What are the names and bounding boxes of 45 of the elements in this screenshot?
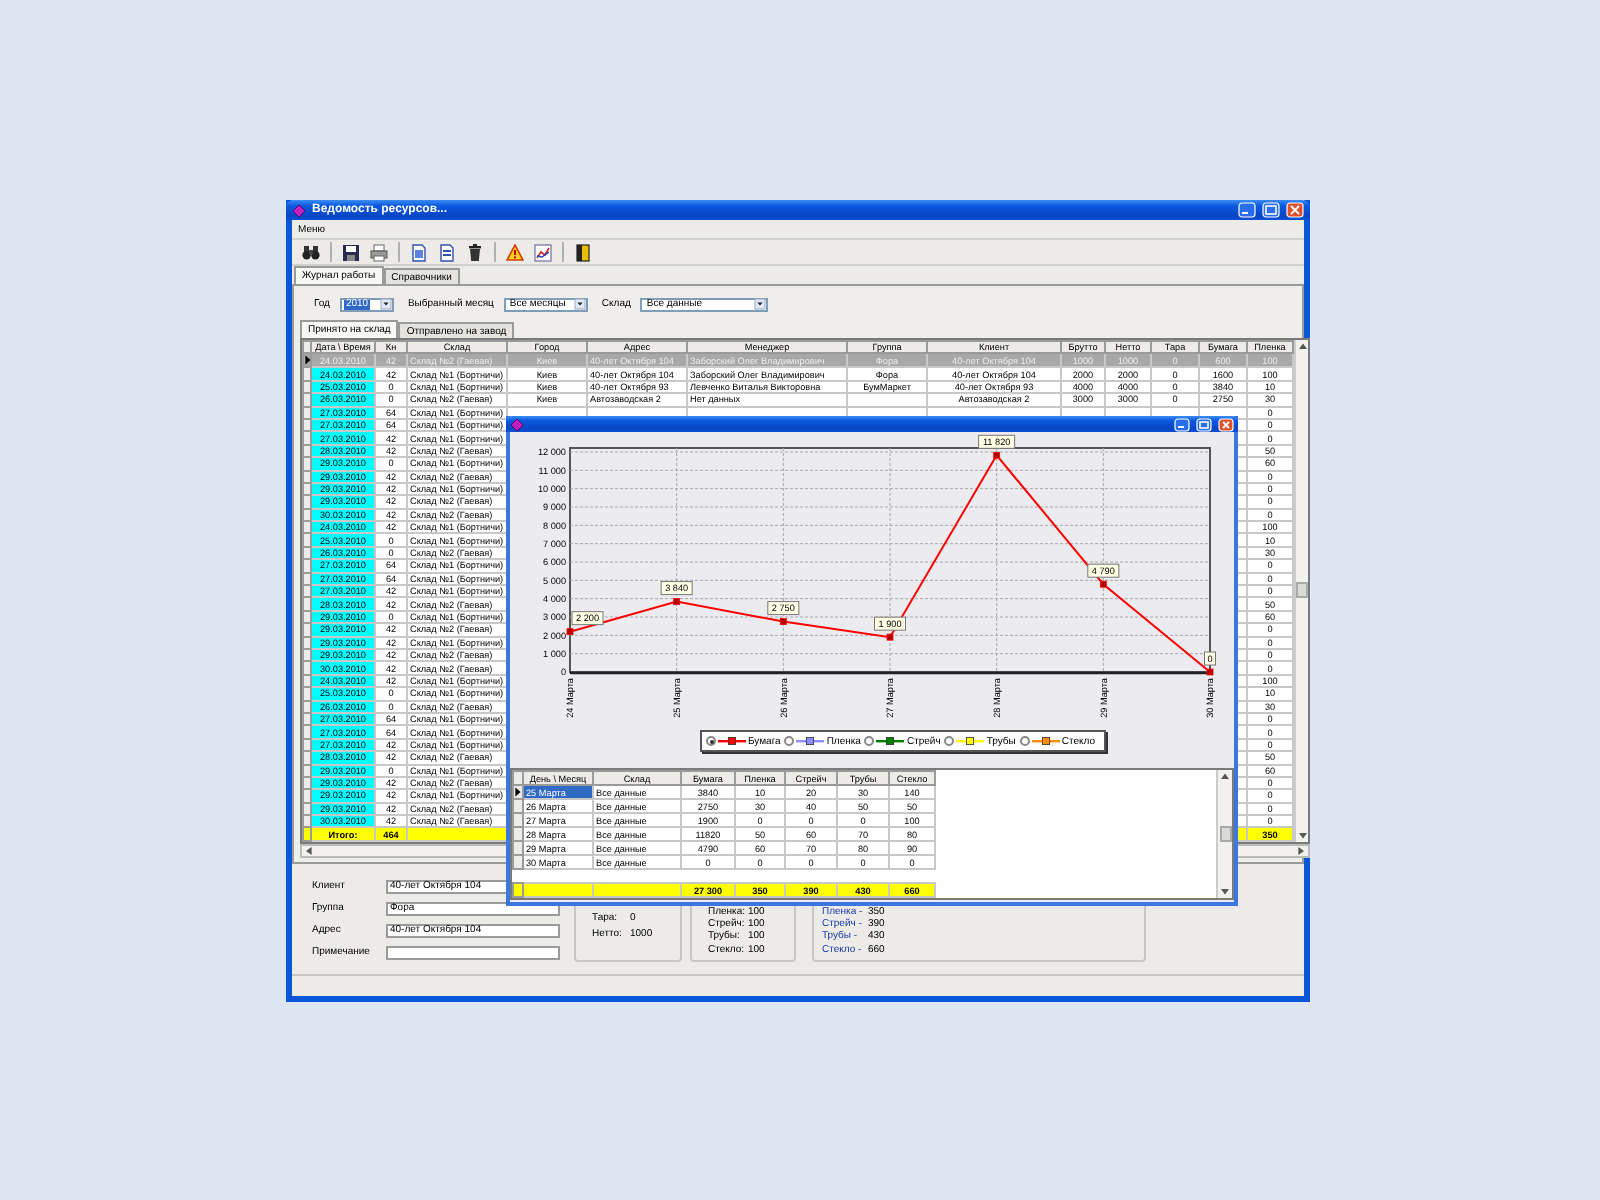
data-point	[1206, 668, 1214, 676]
document-icon[interactable]	[410, 243, 428, 261]
vertical-scrollbar[interactable]	[1294, 340, 1308, 842]
radio-button[interactable]	[1019, 736, 1030, 746]
radio-button[interactable]	[784, 736, 795, 746]
dropdown-arrow-icon	[379, 298, 392, 310]
data-point	[886, 633, 894, 641]
scroll-thumb[interactable]	[1219, 826, 1231, 842]
data-point	[1099, 580, 1107, 588]
minimize-icon[interactable]	[1238, 202, 1256, 218]
data-point	[566, 628, 574, 636]
save-icon[interactable]	[342, 243, 360, 261]
book-icon[interactable]	[574, 243, 592, 261]
document-edit-icon[interactable]	[438, 243, 456, 261]
radio-button[interactable]	[864, 736, 875, 746]
radio-button[interactable]	[944, 736, 955, 746]
close-icon[interactable]	[1218, 417, 1234, 431]
trash-icon[interactable]	[466, 243, 484, 261]
vertical-scrollbar[interactable]	[1216, 770, 1232, 898]
down-arrow-icon[interactable]	[1220, 888, 1230, 896]
row-header[interactable]	[303, 353, 311, 368]
app-icon	[292, 203, 306, 217]
minimize-icon[interactable]	[1174, 417, 1190, 431]
data-point	[673, 598, 681, 605]
data-point	[779, 618, 787, 625]
down-arrow-icon[interactable]	[1297, 831, 1307, 840]
row-header[interactable]	[513, 785, 523, 799]
maximize-icon[interactable]	[1196, 417, 1212, 431]
dropdown-arrow-icon	[573, 298, 586, 310]
close-icon[interactable]	[1286, 202, 1304, 218]
chart-icon[interactable]	[534, 243, 552, 261]
scroll-thumb[interactable]	[1296, 582, 1308, 599]
binoculars-icon[interactable]	[302, 243, 320, 261]
maximize-icon[interactable]	[1262, 202, 1280, 218]
up-arrow-icon[interactable]	[1220, 772, 1230, 780]
warning-icon[interactable]	[506, 243, 524, 261]
app-icon	[510, 417, 524, 431]
left-arrow-icon[interactable]	[304, 845, 314, 856]
text-field[interactable]	[386, 945, 560, 960]
data-point	[993, 451, 1001, 459]
printer-icon[interactable]	[370, 243, 388, 261]
up-arrow-icon[interactable]	[1297, 342, 1307, 350]
dropdown-arrow-icon	[754, 298, 767, 310]
radio-button[interactable]	[706, 736, 716, 746]
right-arrow-icon[interactable]	[1296, 845, 1306, 856]
